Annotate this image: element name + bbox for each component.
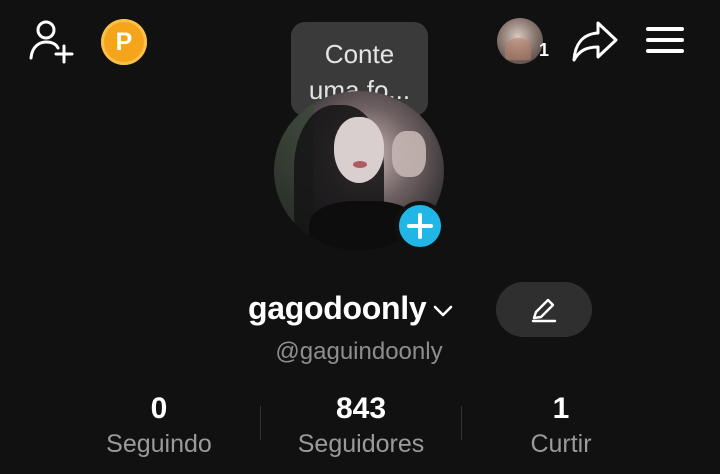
chevron-down-icon [434,305,453,316]
menu-icon[interactable] [646,22,690,60]
stat-value: 0 [150,392,168,425]
display-name: gagodoonly [248,290,427,326]
stat-label: Seguindo [106,430,212,458]
edit-profile-button[interactable] [496,282,592,337]
share-icon[interactable] [570,18,620,64]
stat-divider [461,406,462,440]
stat-value: 1 [552,392,570,425]
coin-p-icon[interactable]: P [101,19,147,65]
add-friend-icon[interactable] [28,18,76,64]
coin-letter: P [115,27,133,56]
profile-handle: @gaguindoonly [0,338,720,366]
friend-count-badge: 1 [539,40,550,60]
friend-avatar[interactable] [497,18,543,64]
stat-following[interactable]: 0 Seguindo [98,392,220,460]
stat-likes[interactable]: 1 Curtir [520,392,602,460]
add-story-plus-icon[interactable] [395,201,445,251]
stat-divider [260,406,261,440]
stat-label: Curtir [530,430,592,458]
stat-followers[interactable]: 843 Seguidores [288,392,434,460]
pencil-icon [531,298,557,322]
tooltip-line-1: Conte [324,39,395,69]
stat-value: 843 [335,392,387,425]
username-switcher[interactable]: gagodoonly [248,290,454,327]
handle-text: @gaguindoonly [275,338,443,365]
stat-label: Seguidores [297,430,425,458]
